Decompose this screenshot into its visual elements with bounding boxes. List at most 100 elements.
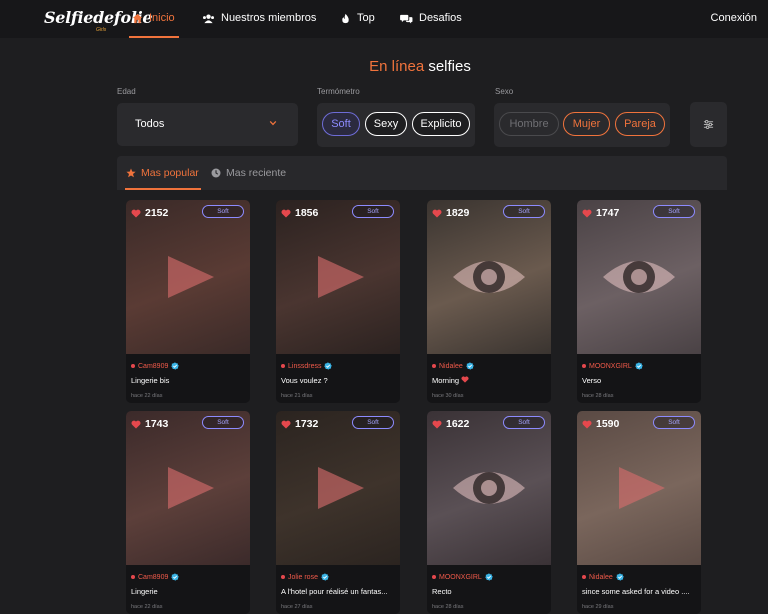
likes-value: 1829	[446, 207, 470, 219]
nav-active-indicator	[129, 36, 179, 38]
play-icon	[318, 467, 364, 509]
eye-icon	[453, 261, 525, 293]
selfie-card[interactable]: 1590 Soft Nidalee since some asked for a vi…	[577, 411, 701, 614]
likes-count: 1829	[432, 207, 469, 219]
card-username[interactable]: Linssdress	[281, 362, 333, 370]
thermo-badge: Soft	[653, 416, 695, 429]
chevron-down-icon	[269, 120, 277, 126]
likes-value: 1743	[145, 418, 169, 430]
thermo-filter-label: Termómetro	[317, 87, 360, 96]
username-text: Cam8909	[138, 362, 169, 370]
play-icon	[318, 256, 364, 298]
nav-miembros-label: Nuestros miembros	[221, 12, 317, 24]
login-link[interactable]: Conexión	[711, 12, 757, 24]
likes-count: 1743	[131, 418, 168, 430]
nav-inicio[interactable]: Inicio	[132, 12, 175, 24]
tab-mas-popular-label: Mas popular	[141, 167, 199, 179]
thermo-badge: Soft	[202, 205, 244, 218]
card-title: Vous voulez ?	[281, 376, 397, 385]
age-select-value: Todos	[135, 118, 165, 130]
thermo-badge: Soft	[503, 416, 545, 429]
thermo-soft-button[interactable]: Soft	[322, 112, 360, 136]
users-icon	[203, 13, 214, 23]
selfie-card[interactable]: 1829 Soft Nidalee Morning hace 30 días	[427, 200, 551, 403]
card-title-text: since some asked for a video ....	[582, 587, 690, 596]
card-username[interactable]: MOONXGIRL	[432, 573, 493, 581]
heart-icon	[432, 209, 442, 217]
verified-icon	[485, 573, 493, 581]
card-title: A l'hotel pour réalisé un fantas...	[281, 587, 397, 596]
card-title: Lingerie	[131, 587, 247, 596]
verified-icon	[635, 362, 643, 370]
card-username[interactable]: Nidalee	[582, 573, 624, 581]
heart-emoji-icon	[461, 376, 469, 383]
selfie-card[interactable]: 1732 Soft Jolie rose A l'hotel pour réalisé…	[276, 411, 400, 614]
card-date: hace 21 días	[281, 393, 313, 399]
online-dot	[281, 575, 285, 579]
verified-icon	[171, 362, 180, 370]
likes-count: 1856	[281, 207, 318, 219]
tab-mas-reciente[interactable]: Mas reciente	[211, 167, 286, 179]
card-username[interactable]: Nidalee	[432, 362, 474, 370]
likes-value: 1732	[295, 418, 319, 430]
heart-icon	[281, 209, 291, 217]
card-date: hace 22 días	[131, 393, 163, 399]
verified-icon	[321, 573, 329, 581]
selfie-card[interactable]: 1622 Soft MOONXGIRL Recto hace 28 días	[427, 411, 551, 614]
card-username[interactable]: Jolie rose	[281, 573, 329, 581]
online-dot	[432, 575, 436, 579]
card-username[interactable]: Cam8909	[131, 362, 180, 370]
eye-icon	[603, 261, 675, 293]
card-title-text: Verso	[582, 376, 602, 385]
nav-miembros[interactable]: Nuestros miembros	[202, 12, 316, 24]
likes-value: 1856	[295, 207, 319, 219]
username-text: MOONXGIRL	[439, 573, 482, 581]
sex-hombre-button[interactable]: Hombre	[499, 112, 559, 136]
online-dot	[131, 364, 135, 368]
thermo-explicito-button[interactable]: Explicito	[412, 112, 470, 136]
verified-icon	[466, 362, 474, 370]
age-filter-label: Edad	[117, 87, 136, 96]
nav-top[interactable]: Top	[340, 12, 375, 24]
heart-icon	[281, 420, 291, 428]
card-title-text: Lingerie bis	[131, 376, 170, 385]
online-dot	[281, 364, 285, 368]
card-username[interactable]: Cam8909	[131, 573, 180, 581]
username-text: Linssdress	[288, 362, 322, 370]
nav-top-label: Top	[357, 12, 375, 24]
card-date: hace 28 días	[582, 393, 614, 399]
card-username[interactable]: MOONXGIRL	[582, 362, 643, 370]
heart-icon	[432, 420, 442, 428]
card-date: hace 27 días	[281, 604, 313, 610]
sex-pareja-button[interactable]: Pareja	[615, 112, 665, 136]
home-icon	[132, 13, 143, 23]
tab-mas-popular[interactable]: Mas popular	[126, 167, 199, 179]
selfie-card[interactable]: 1747 Soft MOONXGIRL Verso hace 28 días	[577, 200, 701, 403]
likes-count: 1732	[281, 418, 318, 430]
thermo-sexy-button[interactable]: Sexy	[365, 112, 407, 136]
heart-icon	[582, 420, 592, 428]
site-logo-sub: Girls	[96, 27, 107, 33]
likes-value: 2152	[145, 207, 169, 219]
advanced-filters-button[interactable]	[690, 102, 727, 147]
card-title: since some asked for a video ....	[582, 587, 698, 596]
page-title-rest: selfies	[424, 58, 471, 75]
thermo-badge: Soft	[202, 416, 244, 429]
tab-active-indicator	[125, 188, 201, 190]
card-title: Verso	[582, 376, 698, 385]
likes-count: 1590	[582, 418, 619, 430]
selfie-card[interactable]: 1743 Soft Cam8909 Lingerie hace 22 días	[126, 411, 250, 614]
selfie-card[interactable]: 1856 Soft Linssdress Vous voulez ? hace 21 d…	[276, 200, 400, 403]
card-date: hace 29 días	[582, 604, 614, 610]
selfie-card[interactable]: 2152 Soft Cam8909 Lingerie bis hace 22 días	[126, 200, 250, 403]
card-title: Lingerie bis	[131, 376, 247, 385]
verified-icon	[171, 573, 180, 581]
username-text: Nidalee	[589, 573, 613, 581]
nav-desafios[interactable]: Desafios	[400, 12, 462, 24]
heart-icon	[131, 420, 141, 428]
heart-icon	[582, 209, 592, 217]
fire-icon	[342, 13, 349, 23]
likes-count: 1622	[432, 418, 469, 430]
sex-mujer-button[interactable]: Mujer	[563, 112, 610, 136]
thermo-badge: Soft	[503, 205, 545, 218]
